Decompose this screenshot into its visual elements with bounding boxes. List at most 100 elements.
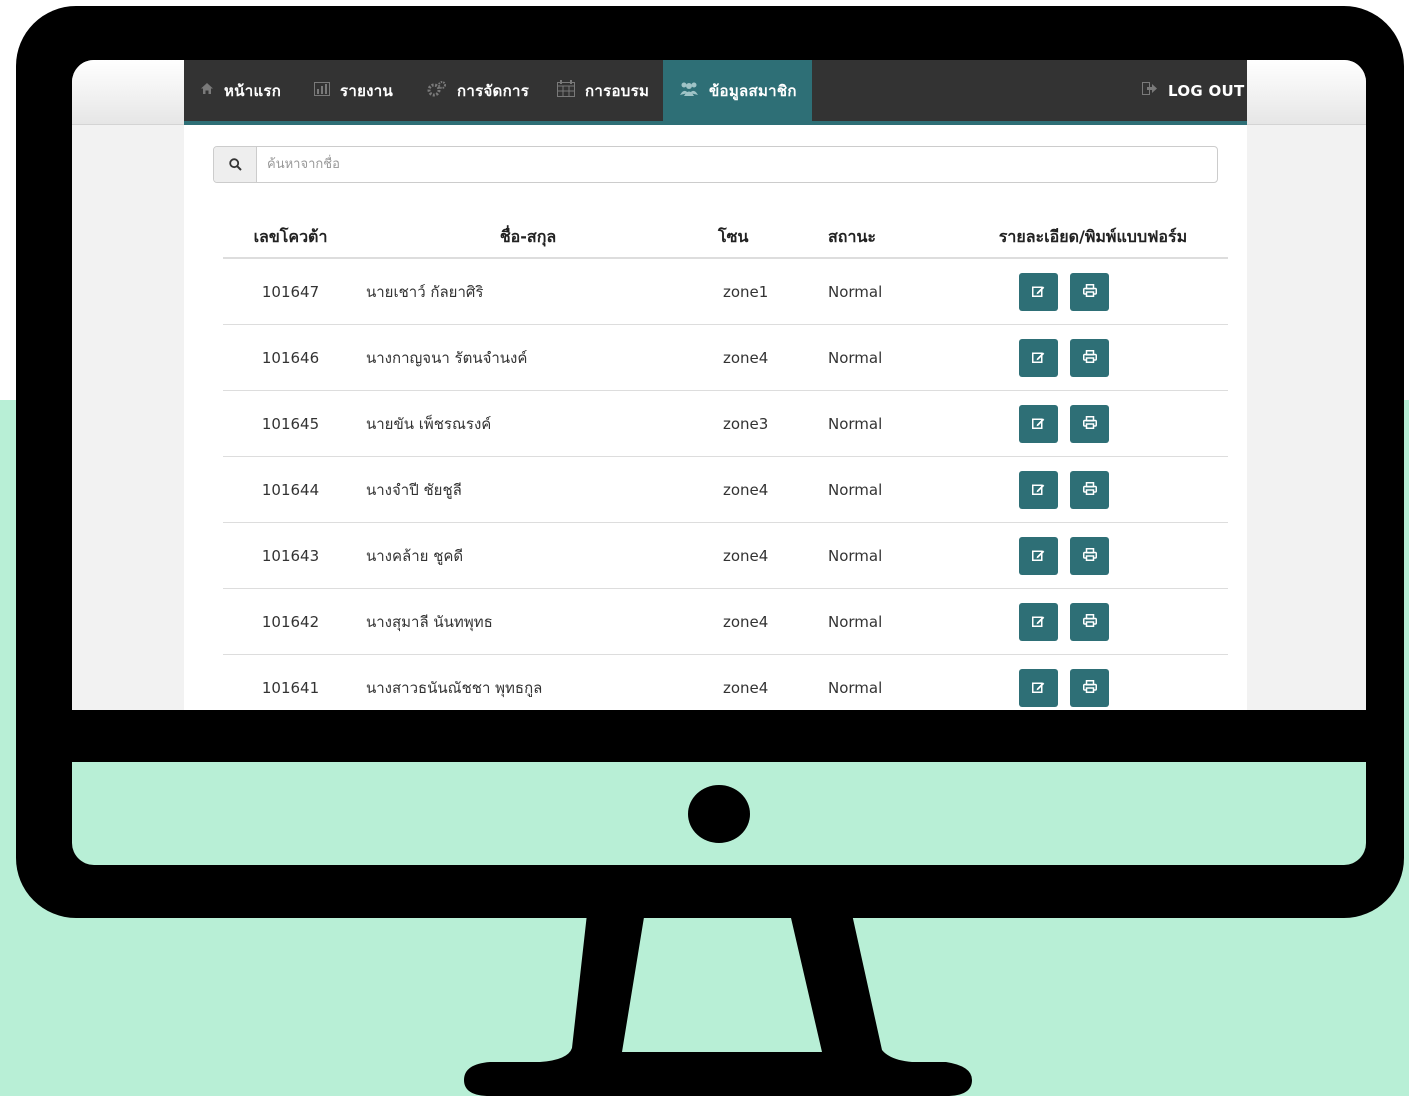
row-action-buttons — [958, 272, 1228, 311]
print-button[interactable] — [1070, 338, 1109, 377]
print-icon — [1082, 679, 1097, 697]
status-cell: Normal — [828, 588, 958, 655]
search-input[interactable] — [257, 147, 1212, 182]
row-action-buttons — [958, 668, 1228, 707]
print-button[interactable] — [1070, 536, 1109, 575]
row-action-buttons — [958, 602, 1228, 641]
member-table: เลขโควต้า ชื่อ-สกุล โซน สถานะ รายละเอียด… — [223, 218, 1228, 710]
nav-item-label: รายงาน — [340, 81, 394, 100]
edit-button[interactable] — [1019, 470, 1058, 509]
table-row: 101647 นายเชาว์ กัลยาศิริ zone1 Normal — [223, 258, 1228, 325]
row-action-buttons — [958, 338, 1228, 377]
edit-button[interactable] — [1019, 404, 1058, 443]
zone-cell: zone4 — [698, 522, 828, 589]
nav-item-home[interactable]: หน้าแรก — [200, 60, 281, 121]
status-cell: Normal — [828, 324, 958, 391]
print-icon — [1082, 283, 1097, 301]
app-window: หน้าแรก รายงาน การจัดการ การอบรม ข้อมูลส… — [184, 60, 1247, 710]
edit-button[interactable] — [1019, 272, 1058, 311]
cogs-icon — [427, 80, 447, 101]
nav-item-members[interactable]: ข้อมูลสมาชิก — [663, 60, 812, 121]
nav-item-label: หน้าแรก — [224, 81, 282, 100]
status-cell: Normal — [828, 258, 958, 325]
edit-button[interactable] — [1019, 338, 1058, 377]
monitor-screen: หน้าแรก รายงาน การจัดการ การอบรม ข้อมูลส… — [72, 60, 1366, 710]
nav-item-management[interactable]: การจัดการ — [427, 60, 529, 121]
actions-cell — [958, 324, 1228, 391]
zone-cell: zone4 — [698, 324, 828, 391]
actions-cell — [958, 588, 1228, 655]
nav-item-label: การจัดการ — [457, 81, 530, 100]
row-action-buttons — [958, 404, 1228, 443]
logout-button[interactable]: LOG OUT — [1142, 60, 1245, 121]
table-row: 101641 นางสาวธนันณัชชา พุทธกูล zone4 Nor… — [223, 654, 1228, 710]
actions-cell — [958, 258, 1228, 325]
edit-icon — [1032, 349, 1045, 367]
edit-button[interactable] — [1019, 602, 1058, 641]
header-status: สถานะ — [828, 218, 958, 259]
print-icon — [1082, 481, 1097, 499]
zone-cell: zone4 — [698, 456, 828, 523]
zone-cell: zone4 — [698, 588, 828, 655]
member-table-container: เลขโควต้า ชื่อ-สกุล โซน สถานะ รายละเอียด… — [223, 218, 1228, 710]
print-icon — [1082, 415, 1097, 433]
quota-cell: 101646 — [223, 324, 358, 391]
name-cell: นางคล้าย ชูคดี — [358, 522, 698, 589]
edit-button[interactable] — [1019, 536, 1058, 575]
edit-icon — [1032, 679, 1045, 697]
name-cell: นางจำปี ชัยชูลี — [358, 456, 698, 523]
status-cell: Normal — [828, 522, 958, 589]
zone-cell: zone3 — [698, 390, 828, 457]
top-navbar: หน้าแรก รายงาน การจัดการ การอบรม ข้อมูลส… — [184, 60, 1247, 125]
print-button[interactable] — [1070, 668, 1109, 707]
header-name: ชื่อ-สกุล — [358, 218, 698, 259]
nav-item-training[interactable]: การอบรม — [557, 60, 649, 121]
calendar-icon — [557, 80, 575, 101]
edit-button[interactable] — [1019, 668, 1058, 707]
name-cell: นายขัน เพ็ชรณรงค์ — [358, 390, 698, 457]
print-button[interactable] — [1070, 602, 1109, 641]
search-icon — [214, 147, 257, 182]
edit-icon — [1032, 613, 1045, 631]
print-button[interactable] — [1070, 470, 1109, 509]
actions-cell — [958, 522, 1228, 589]
home-icon — [200, 82, 214, 99]
print-icon — [1082, 349, 1097, 367]
quota-cell: 101642 — [223, 588, 358, 655]
status-cell: Normal — [828, 654, 958, 710]
quota-cell: 101647 — [223, 258, 358, 325]
name-cell: นางสาวธนันณัชชา พุทธกูล — [358, 654, 698, 710]
nav-item-label: การอบรม — [585, 81, 650, 100]
row-action-buttons — [958, 470, 1228, 509]
edit-icon — [1032, 481, 1045, 499]
users-icon — [679, 81, 699, 101]
row-action-buttons — [958, 536, 1228, 575]
monitor-power-dot — [688, 785, 750, 843]
header-actions: รายละเอียด/พิมพ์แบบฟอร์ม — [958, 218, 1228, 259]
edit-icon — [1032, 547, 1045, 565]
actions-cell — [958, 456, 1228, 523]
name-cell: นางสุมาลี นันทพุทธ — [358, 588, 698, 655]
zone-cell: zone4 — [698, 654, 828, 710]
table-header-row: เลขโควต้า ชื่อ-สกุล โซน สถานะ รายละเอียด… — [223, 218, 1228, 259]
print-button[interactable] — [1070, 272, 1109, 311]
quota-cell: 101644 — [223, 456, 358, 523]
quota-cell: 101643 — [223, 522, 358, 589]
print-button[interactable] — [1070, 404, 1109, 443]
print-icon — [1082, 547, 1097, 565]
table-row: 101644 นางจำปี ชัยชูลี zone4 Normal — [223, 456, 1228, 523]
print-icon — [1082, 613, 1097, 631]
sign-out-icon — [1142, 82, 1158, 99]
name-cell: นายเชาว์ กัลยาศิริ — [358, 258, 698, 325]
nav-item-reports[interactable]: รายงาน — [314, 60, 393, 121]
status-cell: Normal — [828, 390, 958, 457]
search-box — [213, 146, 1218, 183]
header-zone: โซน — [698, 218, 828, 259]
actions-cell — [958, 390, 1228, 457]
status-cell: Normal — [828, 456, 958, 523]
actions-cell — [958, 654, 1228, 710]
table-row: 101645 นายขัน เพ็ชรณรงค์ zone3 Normal — [223, 390, 1228, 457]
table-row: 101646 นางกาญจนา รัตนจำนงค์ zone4 Normal — [223, 324, 1228, 391]
zone-cell: zone1 — [698, 258, 828, 325]
table-row: 101642 นางสุมาลี นันทพุทธ zone4 Normal — [223, 588, 1228, 655]
